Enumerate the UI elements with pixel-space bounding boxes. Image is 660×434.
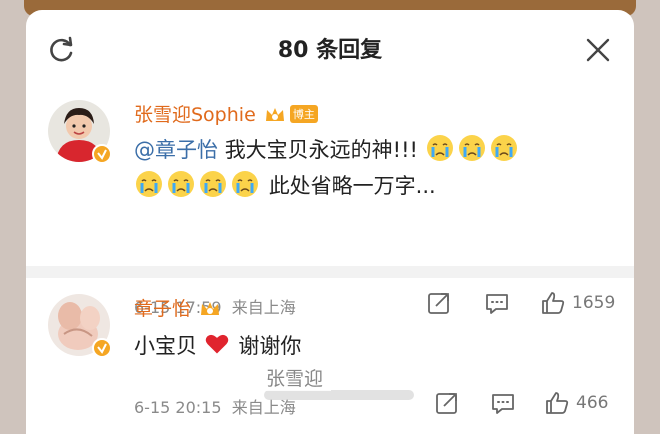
comment-text-line2: 此处省略一万字... — [268, 174, 436, 198]
crying-emoji-icon — [458, 135, 485, 161]
comment-actions: 466 — [434, 390, 608, 416]
comment-text-line1: 我大宝贝永远的神!!! — [224, 138, 418, 162]
crying-emoji-icon — [490, 135, 517, 161]
username-text: 章子怡 — [134, 298, 192, 320]
comment-item: 章子怡 小宝贝 谢谢你 6-15 20:15 来自上海 466 — [26, 278, 634, 434]
crying-emoji-icon — [232, 171, 258, 197]
verified-icon — [92, 144, 112, 164]
comment-username[interactable]: 章子怡 — [134, 294, 221, 321]
author-badge: 博主 — [289, 105, 318, 123]
close-icon[interactable] — [586, 38, 610, 62]
comment-text-after: 谢谢你 — [238, 334, 302, 358]
heart-icon — [205, 334, 228, 354]
mention-link[interactable]: @章子怡 — [134, 138, 218, 162]
avatar[interactable] — [48, 294, 112, 358]
comment-text: 小宝贝 谢谢你 — [134, 328, 301, 364]
comment-username[interactable]: 张雪迎Sophie 博主 — [134, 100, 318, 127]
watermark-bar — [264, 390, 414, 400]
like-icon[interactable] — [544, 390, 570, 416]
share-icon[interactable] — [434, 390, 460, 416]
crying-emoji-icon — [200, 171, 226, 197]
verified-icon — [92, 338, 112, 358]
sheet-header: 80 条回复 — [26, 10, 634, 86]
crying-emoji-icon — [426, 135, 453, 161]
comment-location: 来自上海 — [231, 398, 296, 417]
crying-emoji-icon — [168, 171, 194, 197]
watermark-text: 张雪迎 — [258, 364, 332, 391]
avatar[interactable] — [48, 100, 112, 164]
comment-item: 张雪迎Sophie 博主 @章子怡 我大宝贝永远的神!!! 此处省略一万字...… — [26, 86, 634, 317]
page-title: 80 条回复 — [277, 38, 383, 63]
comment-text: @章子怡 我大宝贝永远的神!!! 此处省略一万字... — [134, 132, 604, 204]
comment-icon[interactable] — [490, 390, 516, 416]
crown-icon — [201, 302, 220, 315]
like-count: 466 — [576, 393, 609, 413]
replies-sheet: 80 条回复 张雪迎Sophie 博主 @章子怡 我大宝贝永远的神!!! 此处省… — [26, 10, 634, 434]
crown-icon — [265, 108, 284, 121]
comment-divider — [26, 266, 634, 278]
username-text: 张雪迎Sophie — [134, 104, 256, 126]
comment-date: 6-15 20:15 — [134, 398, 222, 417]
crying-emoji-icon — [136, 171, 162, 197]
comment-text-before: 小宝贝 — [134, 334, 197, 358]
